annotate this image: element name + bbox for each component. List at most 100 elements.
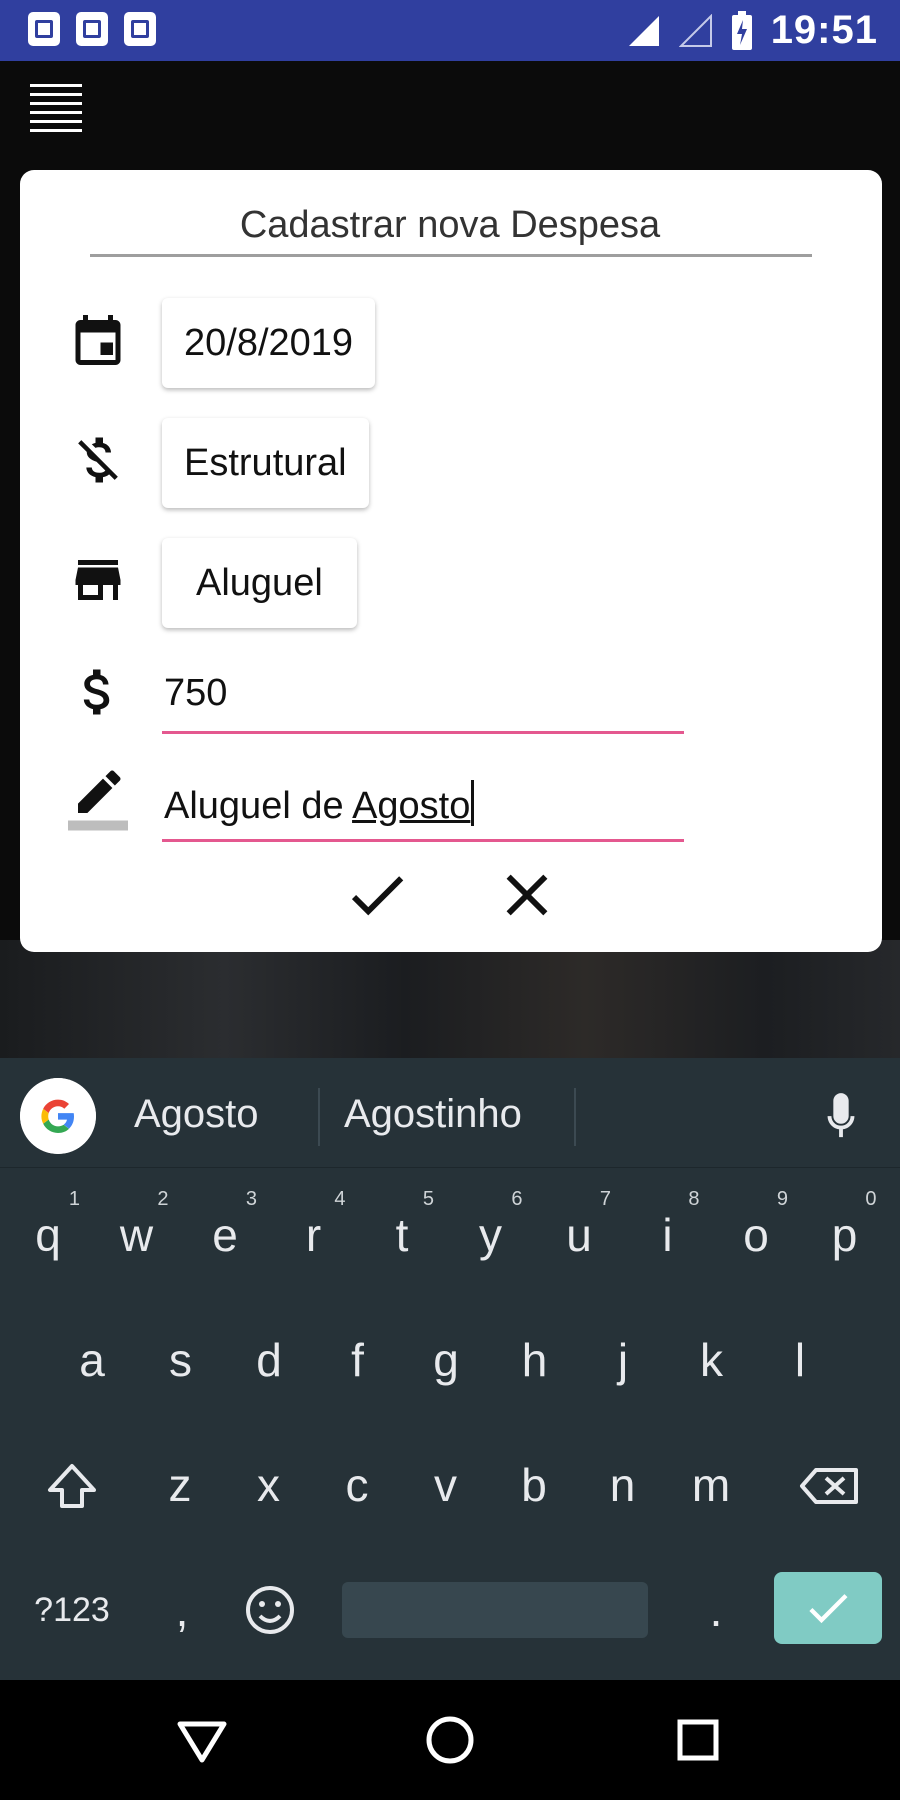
key-q[interactable]: q1 [8, 1180, 88, 1290]
system-indicators: 19:51 [627, 8, 878, 53]
key-label: g [433, 1334, 459, 1386]
emoji-key-icon[interactable] [230, 1555, 310, 1665]
key-label: n [609, 1459, 636, 1511]
signal-icon [628, 15, 659, 46]
key-n[interactable]: n [583, 1430, 663, 1540]
key-label: b [521, 1459, 547, 1511]
key-label: u [566, 1209, 592, 1261]
key-b[interactable]: b [494, 1430, 574, 1540]
key-w[interactable]: w2 [97, 1180, 177, 1290]
backspace-key-icon[interactable] [786, 1430, 870, 1540]
calendar-icon [75, 315, 121, 365]
recents-square-icon[interactable] [668, 1710, 728, 1770]
category-button[interactable]: Aluguel [162, 538, 357, 628]
status-bar: 19:51 [0, 0, 900, 61]
key-label: s [169, 1334, 192, 1386]
key-number-hint: 9 [776, 1188, 788, 1210]
key-label: z [168, 1459, 192, 1511]
image-icon [76, 12, 108, 46]
google-g-icon[interactable] [20, 1078, 96, 1154]
key-label: x [257, 1459, 280, 1511]
key-label: d [256, 1334, 282, 1386]
key-f[interactable]: f [318, 1305, 398, 1415]
key-label: i [662, 1209, 673, 1261]
key-j[interactable]: j [583, 1305, 663, 1415]
key-z[interactable]: z [140, 1430, 220, 1540]
new-expense-dialog: Cadastrar nova Despesa 20/8/2019 Estrutu… [20, 170, 882, 952]
key-t[interactable]: t5 [362, 1180, 442, 1290]
suggestion-strip: Agosto Agostinho [0, 1058, 900, 1168]
key-m[interactable]: m [671, 1430, 751, 1540]
symbols-key[interactable]: ?123 [22, 1555, 122, 1665]
signal-empty-icon [678, 13, 712, 47]
dollar-icon [83, 669, 110, 715]
key-label: t [395, 1209, 409, 1261]
key-label: w [119, 1209, 154, 1261]
back-triangle-icon[interactable] [172, 1710, 232, 1770]
key-y[interactable]: y6 [451, 1180, 531, 1290]
money-off-icon [78, 437, 118, 483]
key-number-hint: 8 [688, 1188, 700, 1210]
key-k[interactable]: k [672, 1305, 752, 1415]
key-s[interactable]: s [141, 1305, 221, 1415]
description-input[interactable]: Aluguel de Agosto [162, 774, 684, 842]
comma-key[interactable]: , [142, 1555, 222, 1665]
battery-charging-icon [731, 10, 752, 50]
amount-input[interactable]: 750 [162, 666, 684, 734]
close-icon[interactable] [492, 860, 562, 930]
description-underline [162, 839, 684, 842]
suggestion-1[interactable]: Agosto [134, 1092, 259, 1137]
key-label: o [743, 1209, 769, 1261]
amount-underline [162, 731, 684, 734]
key-c[interactable]: c [317, 1430, 397, 1540]
key-u[interactable]: u7 [539, 1180, 619, 1290]
description-prefix: Aluguel de [164, 785, 353, 827]
key-label: k [700, 1334, 723, 1386]
period-key[interactable]: . [676, 1555, 756, 1665]
home-circle-icon[interactable] [420, 1710, 480, 1770]
key-label: e [212, 1209, 238, 1261]
key-label: l [794, 1334, 806, 1386]
key-x[interactable]: x [229, 1430, 309, 1540]
keyboard: Agosto Agostinho q1w2e3r4t5y6u7i8o9p0 as… [0, 1058, 900, 1680]
menu-lines-icon[interactable] [30, 84, 82, 136]
dialog-title: Cadastrar nova Despesa [239, 204, 661, 246]
key-number-hint: 0 [865, 1188, 877, 1210]
space-key[interactable] [342, 1582, 648, 1638]
expense-type-button[interactable]: Estrutural [162, 418, 369, 508]
key-r[interactable]: r4 [274, 1180, 354, 1290]
suggestion-2[interactable]: Agostinho [344, 1092, 522, 1137]
key-e[interactable]: e3 [185, 1180, 265, 1290]
background-photo [0, 940, 900, 1058]
key-l[interactable]: l [760, 1305, 840, 1415]
microphone-icon[interactable] [818, 1088, 864, 1148]
key-number-hint: 4 [334, 1188, 346, 1210]
key-i[interactable]: i8 [628, 1180, 708, 1290]
clock: 19:51 [770, 8, 878, 52]
key-label: r [305, 1209, 322, 1261]
key-p[interactable]: p0 [805, 1180, 885, 1290]
check-icon [809, 1594, 848, 1624]
enter-key[interactable] [774, 1572, 882, 1644]
key-number-hint: 2 [157, 1188, 169, 1210]
key-label: h [521, 1334, 548, 1386]
suggestion-divider [318, 1088, 320, 1146]
key-g[interactable]: g [406, 1305, 486, 1415]
navigation-bar [0, 1680, 900, 1800]
key-v[interactable]: v [406, 1430, 486, 1540]
key-h[interactable]: h [495, 1305, 575, 1415]
pencil-icon [68, 770, 128, 831]
key-d[interactable]: d [229, 1305, 309, 1415]
key-label: y [479, 1209, 502, 1261]
check-icon[interactable] [342, 860, 412, 930]
photo-icon [124, 12, 156, 46]
key-o[interactable]: o9 [716, 1180, 796, 1290]
key-a[interactable]: a [52, 1305, 132, 1415]
key-label: p [831, 1209, 858, 1261]
date-picker-button[interactable]: 20/8/2019 [162, 298, 376, 388]
key-number-hint: 3 [245, 1188, 257, 1210]
key-label: m [691, 1459, 731, 1511]
key-label: c [345, 1459, 369, 1511]
shift-key-icon[interactable] [30, 1430, 114, 1540]
key-label: q [35, 1209, 61, 1261]
